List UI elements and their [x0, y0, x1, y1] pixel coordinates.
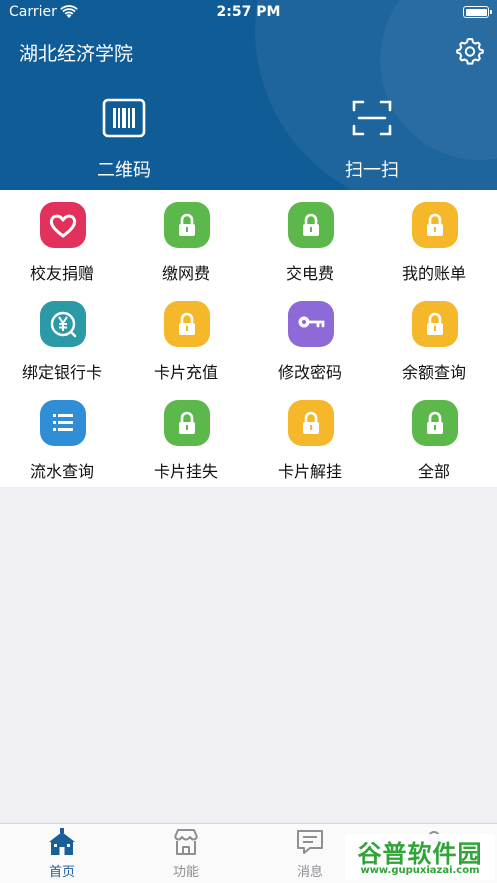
grid-item-label: 绑定银行卡	[21, 363, 102, 382]
grid-item-label: 卡片解挂	[277, 462, 342, 481]
list-icon	[38, 398, 88, 448]
tab-functions[interactable]: 功能	[124, 824, 248, 883]
grid-item-report-card-loss[interactable]: 卡片挂失	[124, 388, 248, 487]
grid-item-my-bill[interactable]: 我的账单	[372, 190, 496, 289]
grid-item-transaction-inquiry[interactable]: 流水查询	[0, 388, 124, 487]
watermark-url: www.gupuxiazai.com	[360, 865, 480, 876]
grid-item-label: 卡片挂失	[153, 462, 218, 481]
header: Carrier 2:57 PM 湖北经济学院 二维码 扫一扫	[0, 0, 497, 190]
scan-frame-icon	[352, 100, 392, 136]
grid-item-label: 缴网费	[161, 264, 210, 283]
tab-home[interactable]: 首页	[0, 824, 124, 883]
watermark-title: 谷普软件园	[357, 840, 483, 868]
scan-label: 扫一扫	[345, 160, 399, 181]
tab-label: 首页	[48, 865, 75, 880]
lock-icon	[410, 299, 460, 349]
key-icon	[286, 299, 336, 349]
status-bar: Carrier 2:57 PM	[0, 0, 497, 26]
grid-item-label: 校友捐赠	[29, 264, 94, 283]
battery-icon	[463, 6, 492, 18]
gear-icon[interactable]	[455, 36, 485, 66]
heart-icon	[38, 200, 88, 250]
grid-item-network-fee[interactable]: 缴网费	[124, 190, 248, 289]
grid-item-label: 交电费	[285, 264, 334, 283]
qrcode-button[interactable]: 二维码	[64, 98, 184, 182]
grid-item-all[interactable]: 全部	[372, 388, 496, 487]
grid-item-label: 修改密码	[277, 363, 342, 382]
grid-item-label: 全部	[417, 462, 450, 481]
tab-label: 功能	[172, 865, 199, 880]
grid-item-unfreeze-card[interactable]: 卡片解挂	[248, 388, 372, 487]
lock-icon	[410, 398, 460, 448]
function-grid: 校友捐赠 缴网费 交电费 我的账单 绑定银行卡 卡片充值 修改密码 余额查询 流…	[0, 190, 497, 487]
message-icon	[297, 830, 323, 854]
grid-item-label: 卡片充值	[153, 363, 218, 382]
grid-item-change-password[interactable]: 修改密码	[248, 289, 372, 388]
lock-icon	[162, 398, 212, 448]
yen-icon	[38, 299, 88, 349]
barcode-icon	[102, 98, 146, 138]
grid-item-card-recharge[interactable]: 卡片充值	[124, 289, 248, 388]
lock-icon	[286, 398, 336, 448]
grid-item-label: 我的账单	[401, 264, 466, 283]
grid-item-balance-inquiry[interactable]: 余额查询	[372, 289, 496, 388]
status-time: 2:57 PM	[216, 4, 281, 20]
grid-item-electric-fee[interactable]: 交电费	[248, 190, 372, 289]
lock-icon	[162, 299, 212, 349]
store-icon	[174, 829, 198, 855]
qrcode-label: 二维码	[97, 160, 151, 181]
page-title: 湖北经济学院	[19, 43, 134, 65]
lock-icon	[410, 200, 460, 250]
grid-item-alumni-donation[interactable]: 校友捐赠	[0, 190, 124, 289]
scan-button[interactable]: 扫一扫	[312, 98, 432, 182]
watermark: 谷普软件园 www.gupuxiazai.com	[345, 834, 495, 880]
lock-icon	[286, 200, 336, 250]
grid-item-label: 余额查询	[401, 363, 466, 382]
lock-icon	[162, 200, 212, 250]
home-icon	[49, 828, 75, 855]
grid-item-label: 流水查询	[29, 462, 94, 481]
grid-item-bind-bank-card[interactable]: 绑定银行卡	[0, 289, 124, 388]
